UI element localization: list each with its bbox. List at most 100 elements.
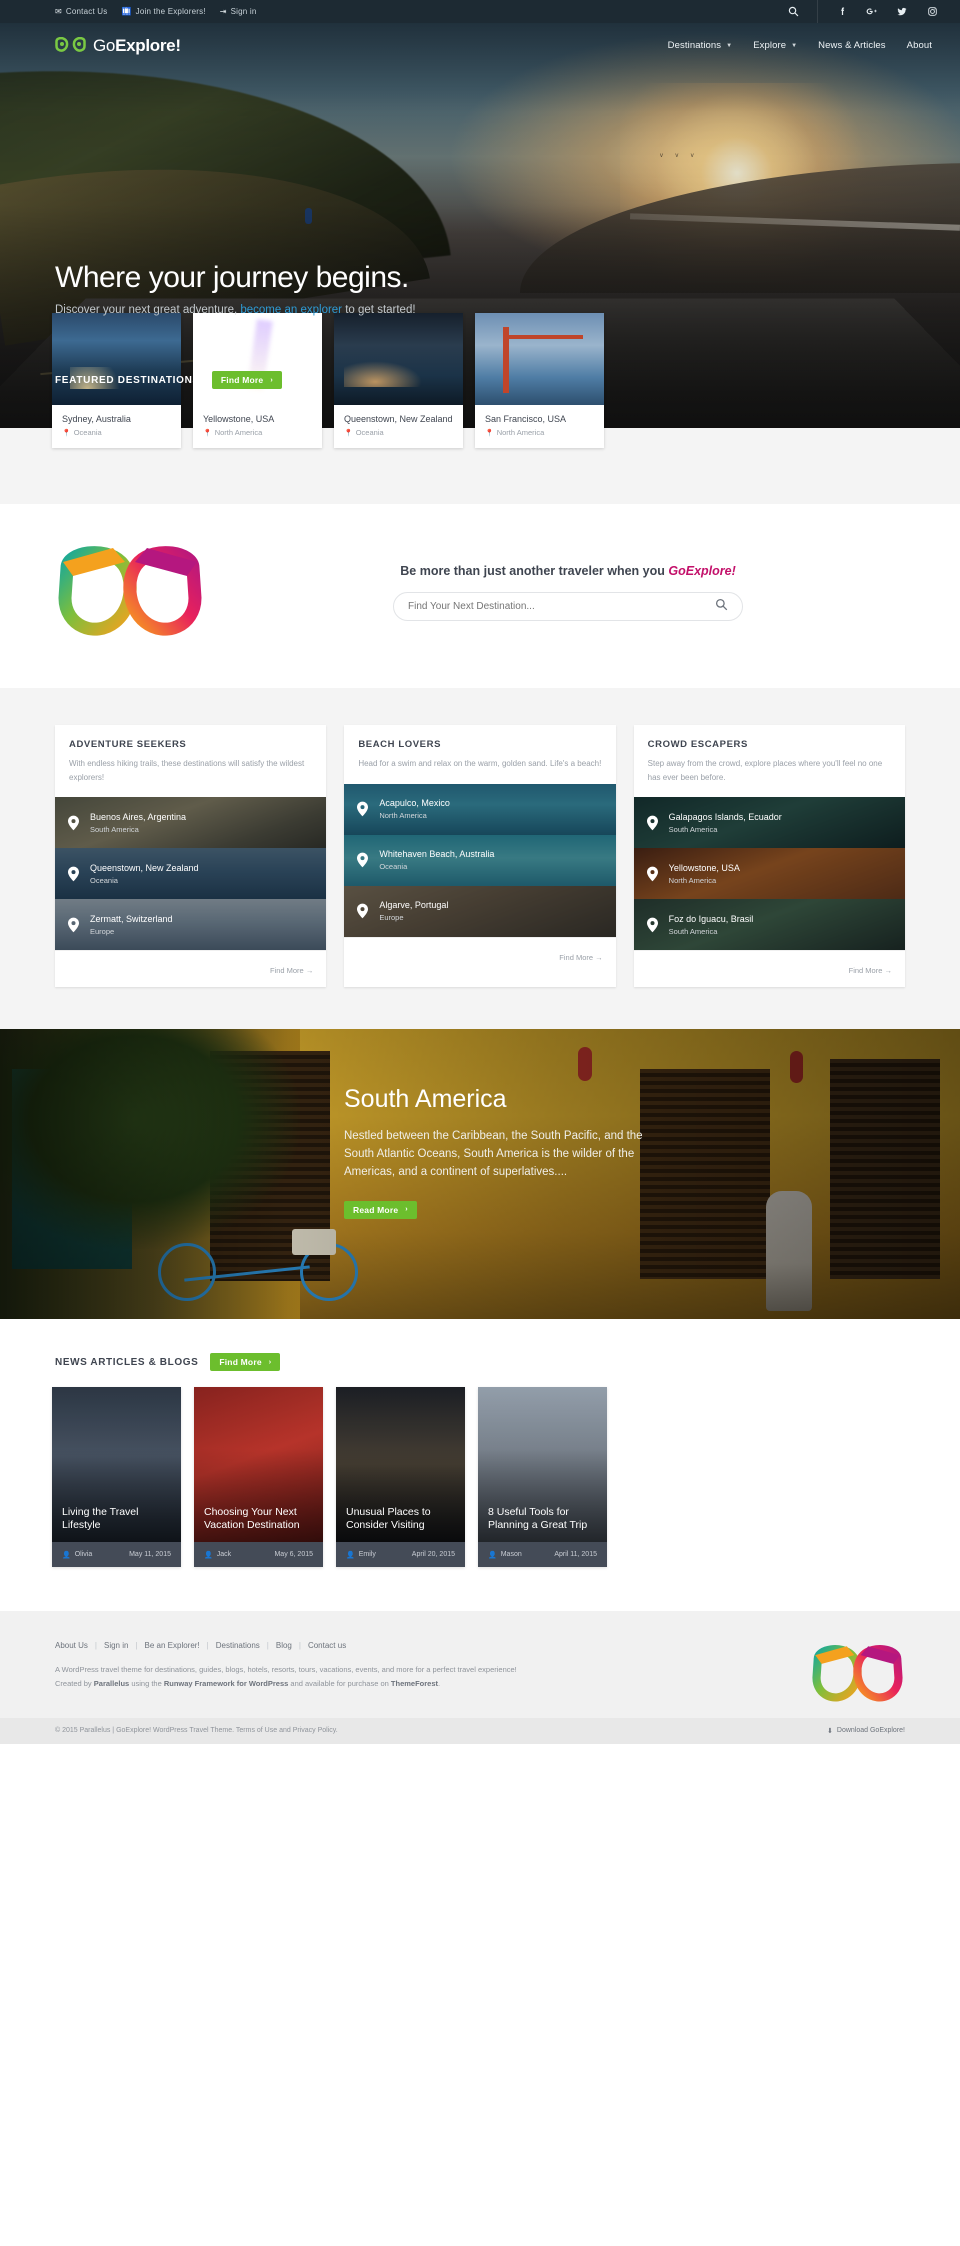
list-item-name: Buenos Aires, Argentina: [90, 811, 187, 822]
chevron-right-icon: ›: [270, 376, 273, 384]
news-author: 👤 Olivia: [62, 1551, 92, 1559]
twitter-icon[interactable]: [896, 6, 908, 18]
user-icon: 👤: [62, 1551, 71, 1559]
nav-item-about[interactable]: About: [907, 40, 932, 51]
nav-item-news[interactable]: News & Articles: [818, 40, 886, 51]
list-item[interactable]: Algarve, Portugal Europe: [344, 885, 616, 937]
footer-link-contact-us[interactable]: Contact us: [308, 1641, 346, 1650]
instagram-icon[interactable]: [926, 6, 938, 18]
news-section: NEWS ARTICLES & BLOGS Find More › Living…: [0, 1319, 960, 1612]
news-header: NEWS ARTICLES & BLOGS Find More ›: [0, 1353, 960, 1387]
list-item[interactable]: Buenos Aires, Argentina South America: [55, 797, 327, 849]
destination-name: Yellowstone, USA: [203, 414, 275, 424]
footer-brand-runway[interactable]: Runway Framework for WordPress: [164, 1679, 288, 1688]
destination-card-body: San Francisco, USA 📍 North America: [475, 405, 604, 448]
list-item-region: Oceania: [90, 875, 118, 885]
news-title: Living the Travel Lifestyle: [62, 1505, 139, 1532]
destination-region: 📍 Oceania: [344, 428, 453, 437]
map-pin-icon: [646, 815, 658, 831]
topbar-divider: [817, 0, 818, 23]
desc-mid: using the: [129, 1679, 164, 1689]
news-card[interactable]: Living the Travel Lifestyle 👤 Olivia May …: [52, 1387, 181, 1568]
category-title: CROWD ESCAPERS: [647, 739, 748, 750]
destination-region: 📍 North America: [485, 428, 594, 437]
list-item-text: Foz do Iguacu, Brasil South America: [669, 914, 754, 936]
search-icon[interactable]: [787, 6, 799, 18]
list-item[interactable]: Whitehaven Beach, Australia Oceania: [344, 834, 616, 886]
site-logo[interactable]: GoExplore!: [55, 36, 181, 56]
desc-end: .: [438, 1679, 441, 1689]
list-item-text: Whitehaven Beach, Australia Oceania: [379, 849, 494, 871]
footer-brand-parallelus[interactable]: Parallelus: [94, 1679, 129, 1688]
search-form: [393, 591, 743, 621]
button-label: Read More: [353, 1204, 399, 1215]
list-item-name: Galapagos Islands, Ecuador: [668, 811, 782, 822]
news-meta: 👤 Emily April 20, 2015: [336, 1542, 465, 1568]
category-footer: Find More →: [633, 950, 905, 987]
news-thumbnail: Unusual Places to Consider Visiting: [336, 1387, 465, 1543]
logo-text-go: Go: [93, 35, 116, 55]
magnifier-icon[interactable]: [715, 598, 728, 614]
download-link[interactable]: ⬇ Download GoExplore!: [827, 1727, 905, 1735]
destination-card[interactable]: Queenstown, New Zealand 📍 Oceania: [334, 313, 463, 448]
category-find-more-link[interactable]: Find More →: [270, 966, 313, 975]
categories-section: ADVENTURE SEEKERS With endless hiking tr…: [0, 688, 960, 1030]
download-label: Download GoExplore!: [836, 1727, 905, 1735]
become-explorer-link[interactable]: become an explorer: [240, 304, 342, 316]
chevron-down-icon: ▼: [726, 42, 733, 49]
site-logo-text: GoExplore!: [93, 36, 181, 56]
featured-find-more-button[interactable]: Find More ›: [211, 371, 282, 389]
search-input[interactable]: [408, 600, 715, 612]
nav-item-destinations[interactable]: Destinations ▼: [668, 40, 733, 51]
colorful-owl-logo-icon: [55, 546, 205, 638]
footer-brand-themeforest[interactable]: ThemeForest: [391, 1679, 438, 1688]
news-card[interactable]: Unusual Places to Consider Visiting 👤 Emi…: [336, 1387, 465, 1568]
footer-link-blog[interactable]: Blog: [276, 1641, 292, 1650]
footer-separator: |: [135, 1641, 138, 1651]
destination-region-label: Oceania: [355, 428, 384, 437]
category-card-adventure-seekers: ADVENTURE SEEKERS With endless hiking tr…: [55, 725, 327, 988]
search-inner: Be more than just another traveler when …: [0, 546, 960, 638]
list-item-name: Whitehaven Beach, Australia: [379, 849, 495, 860]
list-item[interactable]: Galapagos Islands, Ecuador South America: [633, 797, 905, 849]
news-thumbnail: 8 Useful Tools for Planning a Great Trip: [478, 1387, 607, 1543]
list-item-region: Europe: [379, 913, 404, 923]
destination-card[interactable]: San Francisco, USA 📍 North America: [475, 313, 604, 448]
footer-bottom-bar: © 2015 Parallelus | GoExplore! WordPress…: [0, 1717, 960, 1744]
list-item[interactable]: Zermatt, Switzerland Europe: [55, 899, 327, 951]
list-item[interactable]: Foz do Iguacu, Brasil South America: [633, 899, 905, 951]
list-item[interactable]: Yellowstone, USA North America: [633, 848, 905, 900]
category-find-more-link[interactable]: Find More →: [559, 953, 602, 962]
list-item[interactable]: Queenstown, New Zealand Oceania: [55, 848, 327, 900]
topbar-link-label: Contact Us: [65, 7, 108, 16]
read-more-button[interactable]: Read More ›: [344, 1200, 417, 1219]
news-meta: 👤 Jack May 6, 2015: [194, 1542, 323, 1568]
facebook-icon[interactable]: [836, 6, 848, 18]
google-plus-icon[interactable]: [866, 6, 878, 18]
footer-link-sign-in[interactable]: Sign in: [104, 1641, 128, 1650]
list-item-region: Oceania: [379, 862, 408, 872]
news-card[interactable]: 8 Useful Tools for Planning a Great Trip…: [478, 1387, 607, 1568]
nav-item-explore[interactable]: Explore ▼: [753, 40, 797, 51]
map-pin-icon: [357, 903, 369, 919]
topbar-link-contact[interactable]: ✉ Contact Us: [55, 7, 107, 16]
featured-destinations-section: Sydney, Australia 📍 Oceania Yellowstone, …: [0, 313, 960, 504]
topbar-link-signin[interactable]: ⇥ Sign in: [220, 7, 257, 16]
map-pin-icon: [357, 852, 369, 868]
destination-thumbnail: [475, 313, 604, 405]
list-item[interactable]: Acapulco, Mexico North America: [344, 783, 616, 835]
footer-link-be-an-explorer[interactable]: Be an Explorer!: [145, 1641, 200, 1650]
footer-link-about-us[interactable]: About Us: [55, 1641, 88, 1650]
footer-link-destinations[interactable]: Destinations: [216, 1641, 260, 1650]
topbar-link-join[interactable]: 🛄 Join the Explorers!: [121, 7, 205, 16]
featured-destinations-header: FEATURED DESTINATIONS Find More ›: [55, 371, 282, 389]
categories-row: ADVENTURE SEEKERS With endless hiking tr…: [0, 725, 960, 988]
user-icon: 👤: [346, 1551, 355, 1559]
destination-name: Sydney, Australia: [62, 414, 131, 424]
news-title: 8 Useful Tools for Planning a Great Trip: [488, 1505, 588, 1532]
news-find-more-button[interactable]: Find More ›: [210, 1353, 281, 1372]
category-find-more-link[interactable]: Find More →: [849, 966, 892, 975]
destination-card-body: Yellowstone, USA 📍 North America: [193, 405, 322, 448]
news-card[interactable]: Choosing Your Next Vacation Destination …: [194, 1387, 323, 1568]
category-card-crowd-escapers: CROWD ESCAPERS Step away from the crowd,…: [633, 725, 905, 988]
